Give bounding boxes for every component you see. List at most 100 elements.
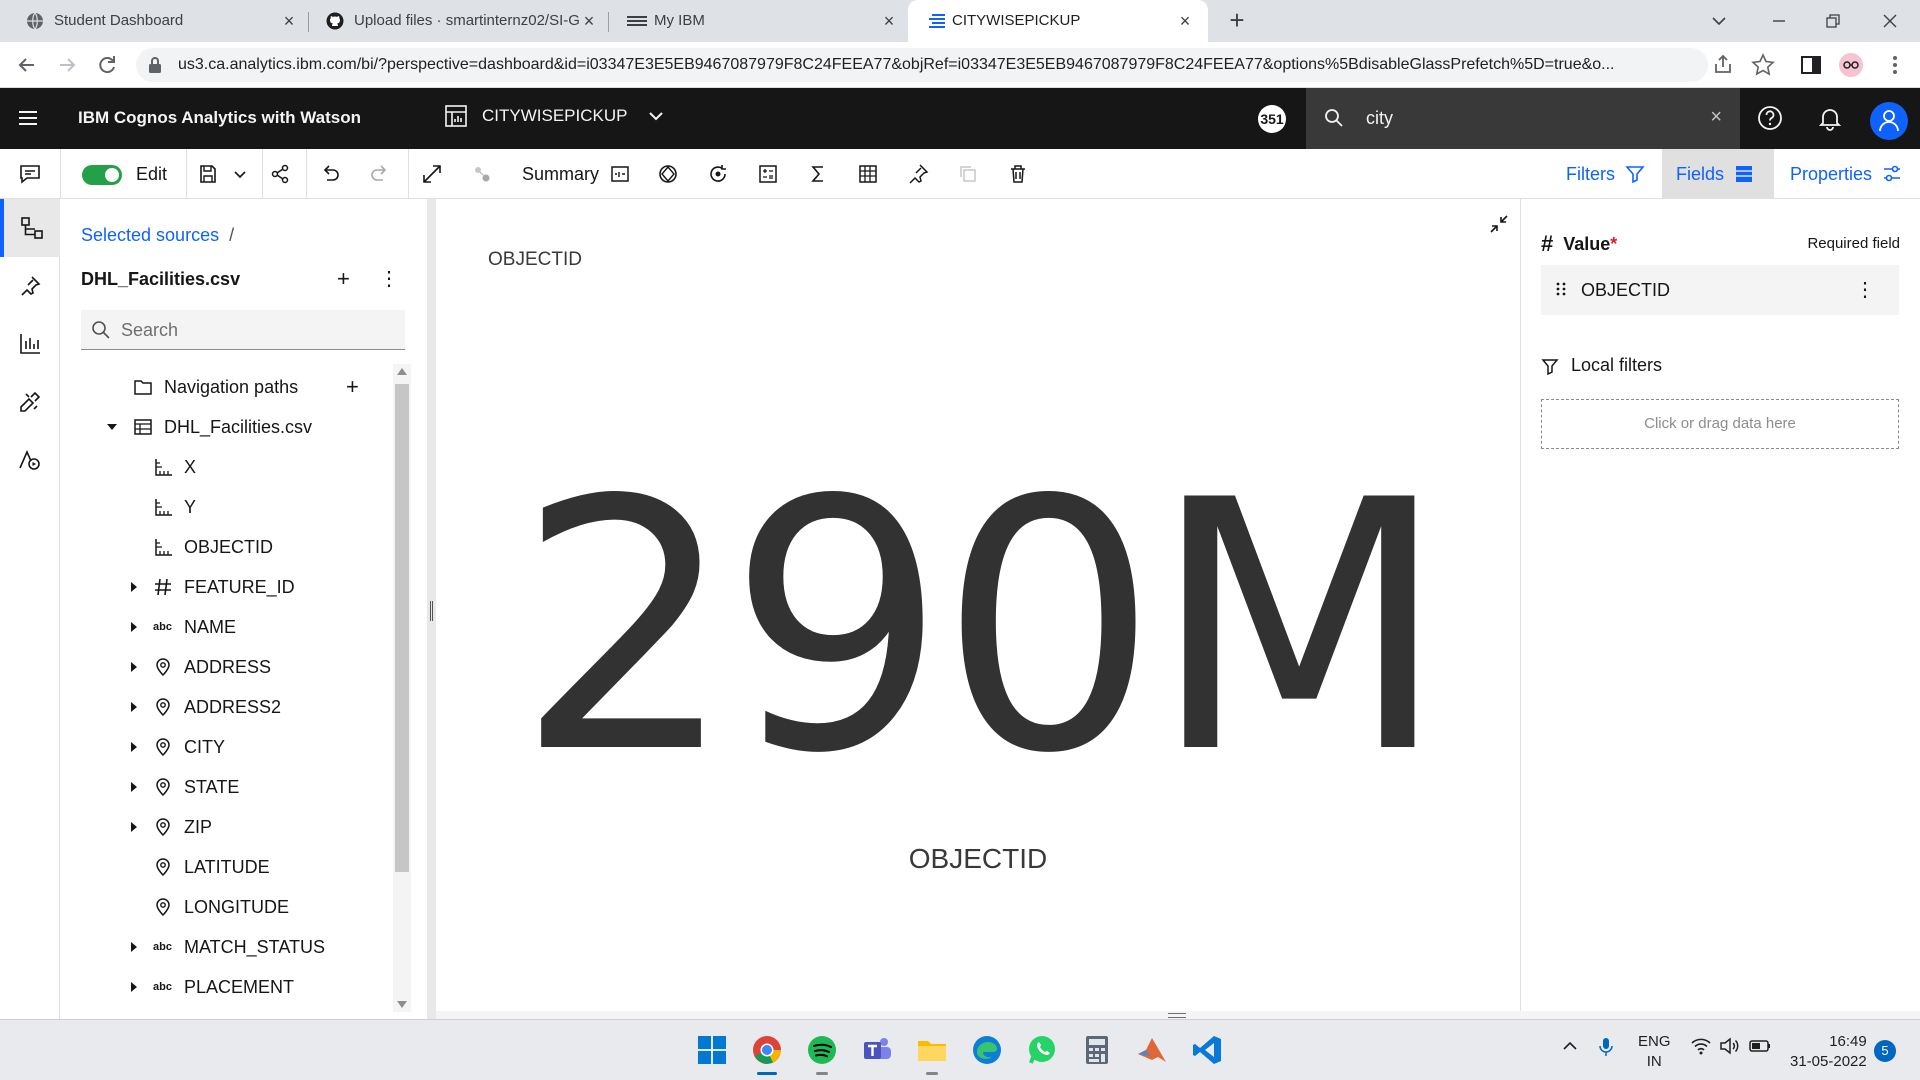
close-icon[interactable]: × <box>280 12 298 30</box>
caret-right-icon[interactable] <box>129 662 139 672</box>
close-window-icon[interactable] <box>1875 6 1905 36</box>
windows-start-icon[interactable] <box>696 1034 728 1066</box>
pin-icon[interactable] <box>0 257 60 315</box>
bookmark-star-icon[interactable] <box>1750 52 1776 78</box>
help-icon[interactable] <box>1756 104 1784 132</box>
caret-right-icon[interactable] <box>129 582 139 592</box>
tree-item-field[interactable]: abc PLACEMENT <box>61 967 397 1007</box>
comment-icon[interactable] <box>18 162 42 186</box>
caret-down-icon[interactable] <box>107 422 117 432</box>
side-panel-icon[interactable] <box>1798 52 1824 78</box>
tree-item-field[interactable]: Y <box>61 487 397 527</box>
undo-icon[interactable] <box>318 162 342 186</box>
visualizations-icon[interactable] <box>0 315 60 373</box>
tree-item-field[interactable]: CITY <box>61 727 397 767</box>
whatsapp-icon[interactable] <box>1026 1034 1058 1066</box>
notification-count-badge[interactable]: 5 <box>1874 1040 1896 1062</box>
teams-icon[interactable] <box>861 1034 893 1066</box>
caret-right-icon[interactable] <box>129 742 139 752</box>
edit-mode-toggle[interactable] <box>82 165 122 185</box>
value-field-chip[interactable]: OBJECTID ⋮ <box>1541 265 1899 315</box>
caret-right-icon[interactable] <box>129 702 139 712</box>
file-explorer-icon[interactable] <box>916 1034 948 1075</box>
browser-tab-student-dashboard[interactable]: Student Dashboard × <box>0 0 308 42</box>
caret-right-icon[interactable] <box>129 942 139 952</box>
status-badge[interactable]: 351 <box>1258 105 1286 133</box>
calculator-icon[interactable] <box>1081 1034 1113 1066</box>
tree-item-field[interactable]: STATE <box>61 767 397 807</box>
add-source-button[interactable]: + <box>337 268 350 290</box>
panel-splitter[interactable] <box>427 199 436 1019</box>
matlab-icon[interactable] <box>1136 1034 1168 1066</box>
summary-type-icon[interactable] <box>608 162 632 186</box>
tree-item-navigation-paths[interactable]: Navigation paths + <box>61 367 397 407</box>
more-options-icon[interactable]: ⋮ <box>1855 277 1875 302</box>
source-search-input[interactable]: Search <box>81 310 405 350</box>
system-clock[interactable]: 16:49 31-05-2022 <box>1790 1032 1867 1072</box>
delete-icon[interactable] <box>1006 162 1030 186</box>
save-icon[interactable] <box>196 162 220 186</box>
widgets-icon[interactable] <box>0 373 60 431</box>
refresh-data-icon[interactable] <box>706 162 730 186</box>
tree-item-field[interactable]: OBJECTID <box>61 527 397 567</box>
caret-right-icon[interactable] <box>129 982 139 992</box>
calculation-icon[interactable] <box>756 162 780 186</box>
add-navigation-path-button[interactable]: + <box>346 374 359 400</box>
pin-icon[interactable] <box>906 162 930 186</box>
tree-item-table[interactable]: DHL_Facilities.csv <box>61 407 397 447</box>
caret-right-icon[interactable] <box>129 782 139 792</box>
close-icon[interactable]: × <box>580 12 598 30</box>
browser-tab-citywisepickup[interactable]: CITYWISEPICKUP × <box>908 0 1208 42</box>
expand-icon[interactable] <box>420 162 444 186</box>
tree-item-field[interactable]: abc NAME <box>61 607 397 647</box>
spotify-icon[interactable] <box>806 1034 838 1075</box>
collapse-icon[interactable] <box>1488 213 1510 235</box>
chrome-icon[interactable] <box>751 1034 783 1075</box>
share-icon[interactable] <box>268 162 292 186</box>
clear-search-icon[interactable]: × <box>1710 106 1722 129</box>
scrollbar-thumb[interactable] <box>395 384 409 872</box>
vscode-icon[interactable] <box>1191 1034 1223 1066</box>
chevron-down-icon[interactable] <box>228 162 252 186</box>
caret-right-icon[interactable] <box>129 622 139 632</box>
hamburger-menu-icon[interactable] <box>18 109 38 127</box>
tree-scrollbar[interactable] <box>393 364 411 1012</box>
dashboard-switcher[interactable]: CITYWISEPICKUP <box>444 104 665 128</box>
browser-tab-my-ibm[interactable]: My IBM × <box>600 0 908 42</box>
browser-tab-upload-files[interactable]: Upload files · smartinternz02/SI-G × <box>300 0 608 42</box>
profile-avatar[interactable] <box>1838 52 1864 78</box>
duplicate-icon[interactable] <box>956 162 980 186</box>
tab-fields[interactable]: Fields <box>1662 149 1774 199</box>
tab-filters[interactable]: Filters <box>1552 149 1659 199</box>
tree-item-field[interactable]: ZIP <box>61 807 397 847</box>
language-indicator[interactable]: ENG IN <box>1638 1032 1671 1072</box>
volume-icon[interactable] <box>1718 1036 1740 1056</box>
filter-drop-zone[interactable]: Click or drag data here <box>1541 399 1899 449</box>
battery-icon[interactable] <box>1748 1036 1772 1056</box>
chevron-up-icon[interactable] <box>1560 1036 1580 1056</box>
scroll-up-arrow-icon[interactable] <box>397 368 407 375</box>
table-icon[interactable] <box>856 162 880 186</box>
minimize-icon[interactable] <box>1764 6 1794 36</box>
resize-handle-icon[interactable] <box>1168 1013 1186 1018</box>
share-icon[interactable] <box>1710 52 1736 78</box>
breadcrumb-selected-sources[interactable]: Selected sources <box>81 225 219 245</box>
restore-icon[interactable] <box>1818 6 1848 36</box>
tree-item-field[interactable]: X <box>61 447 397 487</box>
tree-item-field[interactable]: LATITUDE <box>61 847 397 887</box>
reload-icon[interactable] <box>94 52 120 78</box>
summary-label[interactable]: Summary <box>522 164 599 185</box>
assistant-icon[interactable] <box>0 431 60 489</box>
scroll-down-arrow-icon[interactable] <box>397 1001 407 1008</box>
new-tab-button[interactable]: + <box>1224 7 1250 34</box>
edge-icon[interactable] <box>971 1034 1003 1066</box>
caret-right-icon[interactable] <box>129 822 139 832</box>
data-sources-icon[interactable] <box>0 199 60 257</box>
tab-properties[interactable]: Properties <box>1776 149 1916 199</box>
tab-search-icon[interactable] <box>1704 6 1734 36</box>
sum-icon[interactable] <box>806 162 830 186</box>
tree-item-field[interactable]: ADDRESS2 <box>61 687 397 727</box>
back-arrow-icon[interactable] <box>14 52 40 78</box>
close-icon[interactable]: × <box>1176 12 1194 30</box>
close-icon[interactable]: × <box>880 12 898 30</box>
